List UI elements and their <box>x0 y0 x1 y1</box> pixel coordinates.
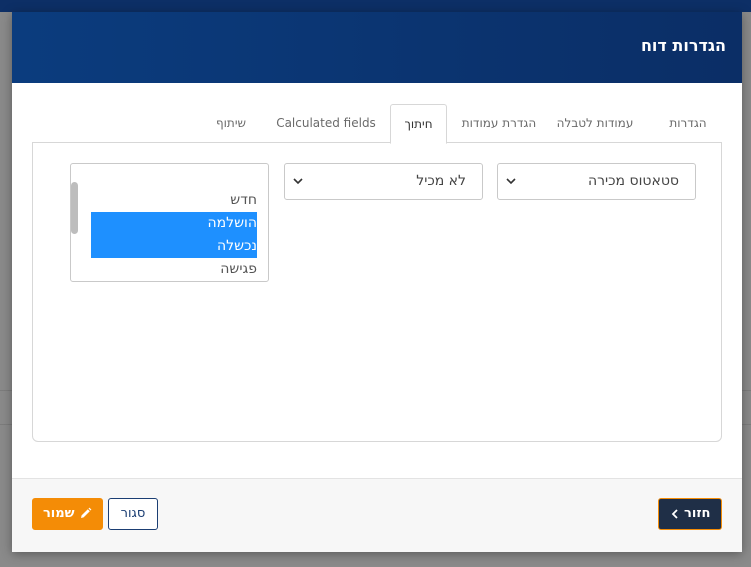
modal-title: הגדרות דוח <box>640 36 726 55</box>
background-app-header <box>0 0 751 12</box>
list-option-selected[interactable]: הושלמה <box>91 212 257 235</box>
field-select[interactable]: סטאטוס מכירה <box>497 163 696 200</box>
tab-table-columns[interactable]: עמודות לטבלה <box>544 104 646 142</box>
tab-settings[interactable]: הגדרות <box>646 104 730 142</box>
values-multiselect[interactable]: חדש הושלמה נכשלה פגישה <box>70 163 269 282</box>
chevron-down-icon <box>506 178 516 185</box>
operator-select[interactable]: לא מכיל <box>284 163 483 200</box>
back-button-label: חזור <box>684 506 711 521</box>
pencil-icon <box>81 507 92 518</box>
back-button[interactable]: חזור <box>658 498 722 530</box>
list-option[interactable]: חדש <box>91 189 257 212</box>
tab-sharing[interactable]: שיתוף <box>204 104 258 142</box>
field-select-value: סטאטוס מכירה <box>587 173 679 189</box>
tab-filter[interactable]: חיתוך <box>390 104 447 144</box>
modal-header: הגדרות דוח <box>12 12 742 83</box>
tab-bar: הגדרות עמודות לטבלה הגדרת עמודות חיתוך C… <box>12 104 742 144</box>
close-button[interactable]: סגור <box>108 498 158 530</box>
list-option[interactable]: פגישה <box>91 258 257 281</box>
close-button-label: סגור <box>120 506 146 521</box>
chevron-down-icon <box>293 178 303 185</box>
operator-select-value: לא מכיל <box>416 173 466 189</box>
tab-column-settings[interactable]: הגדרת עמודות <box>454 104 544 142</box>
list-option-selected[interactable]: נכשלה <box>91 235 257 258</box>
report-settings-modal: הגדרות דוח הגדרות עמודות לטבלה הגדרת עמו… <box>12 12 742 552</box>
save-button[interactable]: שמור <box>32 498 103 530</box>
tab-calculated-fields[interactable]: Calculated fields <box>271 104 381 142</box>
chevron-left-icon <box>671 508 678 519</box>
save-button-label: שמור <box>42 506 75 521</box>
filter-panel: סטאטוס מכירה לא מכיל חדש הושלמה נכשלה פג… <box>32 142 722 442</box>
scrollbar-thumb[interactable] <box>71 182 78 234</box>
